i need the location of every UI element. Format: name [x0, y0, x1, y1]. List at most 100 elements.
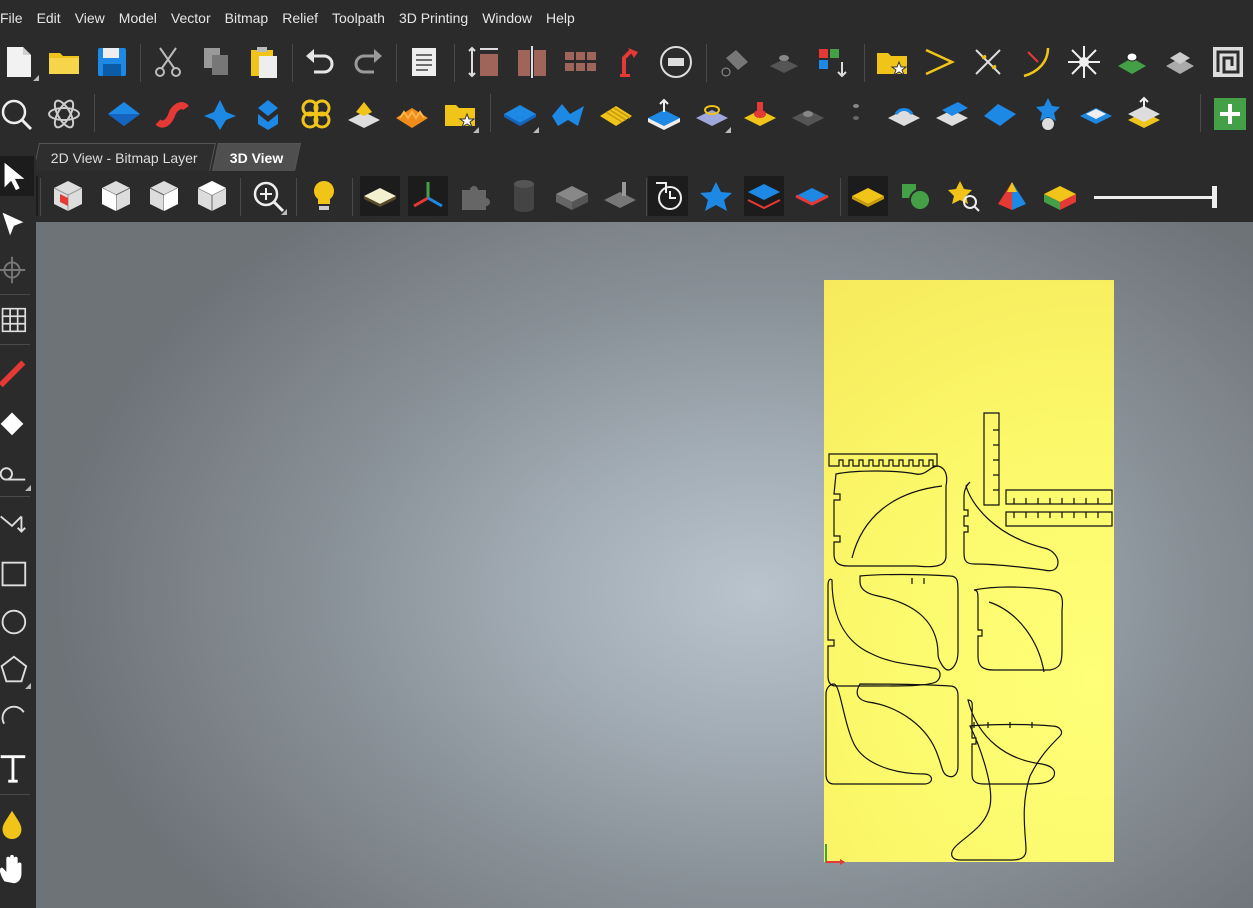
- menu-model[interactable]: Model: [112, 0, 164, 36]
- zoom-fit-icon[interactable]: [248, 176, 288, 216]
- rectangle-icon[interactable]: [0, 554, 32, 594]
- pin-icon[interactable]: [884, 94, 924, 134]
- top-view-icon[interactable]: [192, 176, 232, 216]
- colormap-icon[interactable]: [1040, 176, 1080, 216]
- extrude-icon[interactable]: [764, 42, 804, 82]
- sheet-icon[interactable]: [848, 176, 888, 216]
- shape-blue-icon[interactable]: [104, 94, 144, 134]
- lighting-icon[interactable]: [304, 176, 344, 216]
- lamp-icon[interactable]: [608, 42, 648, 82]
- trim-vector-icon[interactable]: [0, 504, 32, 544]
- add-component-icon[interactable]: [1210, 94, 1250, 134]
- axes-icon[interactable]: [408, 176, 448, 216]
- plate-icon[interactable]: [344, 94, 384, 134]
- side-view-icon[interactable]: [144, 176, 184, 216]
- atom-icon[interactable]: [44, 94, 84, 134]
- shapes-icon[interactable]: [896, 176, 936, 216]
- zoom-icon[interactable]: [0, 94, 36, 134]
- stack-icon[interactable]: [932, 94, 972, 134]
- spike-icon[interactable]: [200, 94, 240, 134]
- drop-icon[interactable]: [0, 804, 32, 844]
- wave-icon[interactable]: [548, 94, 588, 134]
- transform-icon[interactable]: [0, 250, 32, 290]
- menu-file[interactable]: File: [0, 0, 30, 36]
- texture-icon[interactable]: [392, 94, 432, 134]
- hand-icon[interactable]: [0, 850, 32, 890]
- grid-icon[interactable]: [0, 300, 32, 340]
- save-icon[interactable]: [92, 42, 132, 82]
- tab-2d-view[interactable]: 2D View - Bitmap Layer: [33, 143, 216, 171]
- block-icon[interactable]: [552, 176, 592, 216]
- menu-bitmap[interactable]: Bitmap: [218, 0, 276, 36]
- redo-icon[interactable]: [348, 42, 388, 82]
- raise-icon[interactable]: [644, 94, 684, 134]
- measure-icon[interactable]: [0, 452, 32, 492]
- circle-icon[interactable]: [0, 602, 32, 642]
- layers-icon[interactable]: [1124, 94, 1164, 134]
- slab-icon[interactable]: [980, 94, 1020, 134]
- iso-view-icon[interactable]: [48, 176, 88, 216]
- clock-icon[interactable]: [648, 176, 688, 216]
- undo-icon[interactable]: [300, 42, 340, 82]
- cylinder-icon[interactable]: [504, 176, 544, 216]
- curve-icon[interactable]: [1016, 42, 1056, 82]
- star-relief-icon[interactable]: [696, 176, 736, 216]
- layer-show-icon[interactable]: [744, 176, 784, 216]
- compass-icon[interactable]: [656, 42, 696, 82]
- open-folder-icon[interactable]: [44, 42, 84, 82]
- menu-vector[interactable]: Vector: [164, 0, 218, 36]
- tiling-icon[interactable]: [560, 42, 600, 82]
- select-arrow-icon[interactable]: [0, 156, 34, 196]
- dome-icon[interactable]: [788, 94, 828, 134]
- planks-icon[interactable]: [596, 94, 636, 134]
- notes-icon[interactable]: [404, 42, 444, 82]
- arc-icon[interactable]: [0, 698, 32, 738]
- pyramid-icon[interactable]: [992, 176, 1032, 216]
- menu-3d-printing[interactable]: 3D Printing: [392, 0, 475, 36]
- fill-icon[interactable]: [716, 42, 756, 82]
- stamp-icon[interactable]: [692, 94, 732, 134]
- dot-icon[interactable]: [836, 94, 876, 134]
- button-icon[interactable]: [740, 94, 780, 134]
- menu-relief[interactable]: Relief: [275, 0, 325, 36]
- trim-icon[interactable]: [968, 42, 1008, 82]
- layer-red-icon[interactable]: [792, 176, 832, 216]
- menu-window[interactable]: Window: [475, 0, 539, 36]
- flat-icon[interactable]: [1076, 94, 1116, 134]
- cut-icon[interactable]: [148, 42, 188, 82]
- job-size-icon[interactable]: [464, 42, 504, 82]
- menu-view[interactable]: View: [68, 0, 112, 36]
- star-burst-icon[interactable]: [1064, 42, 1104, 82]
- copy-icon[interactable]: [196, 42, 236, 82]
- front-view-icon[interactable]: [96, 176, 136, 216]
- tab-3d-view[interactable]: 3D View: [211, 143, 302, 171]
- slider-thumb[interactable]: [1212, 186, 1217, 208]
- colored-blocks-icon[interactable]: [812, 42, 852, 82]
- material-icon[interactable]: [360, 176, 400, 216]
- zoom-slider[interactable]: [1094, 186, 1220, 208]
- eraser-icon[interactable]: [0, 402, 32, 442]
- node-edit-icon[interactable]: [0, 204, 32, 244]
- paste-icon[interactable]: [244, 42, 284, 82]
- favorite-folder-icon[interactable]: [872, 42, 912, 82]
- polygon-icon[interactable]: [0, 650, 32, 690]
- weave-icon[interactable]: [296, 94, 336, 134]
- layer-blue-icon[interactable]: [500, 94, 540, 134]
- puzzle-icon[interactable]: [456, 176, 496, 216]
- pencil-icon[interactable]: [0, 352, 32, 392]
- new-file-icon[interactable]: [0, 42, 40, 82]
- text-icon[interactable]: [0, 748, 32, 788]
- menu-edit[interactable]: Edit: [30, 0, 68, 36]
- menu-toolpath[interactable]: Toolpath: [325, 0, 392, 36]
- 3d-viewport[interactable]: [36, 222, 1253, 908]
- blue-star-icon[interactable]: [1028, 94, 1068, 134]
- router-icon[interactable]: [600, 176, 640, 216]
- twist-icon[interactable]: [248, 94, 288, 134]
- clipart-folder-icon[interactable]: [440, 94, 480, 134]
- vector-angle-icon[interactable]: [920, 42, 960, 82]
- merge-icon[interactable]: [1160, 42, 1200, 82]
- component-icon[interactable]: [1112, 42, 1152, 82]
- ribbon-icon[interactable]: [152, 94, 192, 134]
- star-search-icon[interactable]: [944, 176, 984, 216]
- fret-icon[interactable]: [1208, 42, 1248, 82]
